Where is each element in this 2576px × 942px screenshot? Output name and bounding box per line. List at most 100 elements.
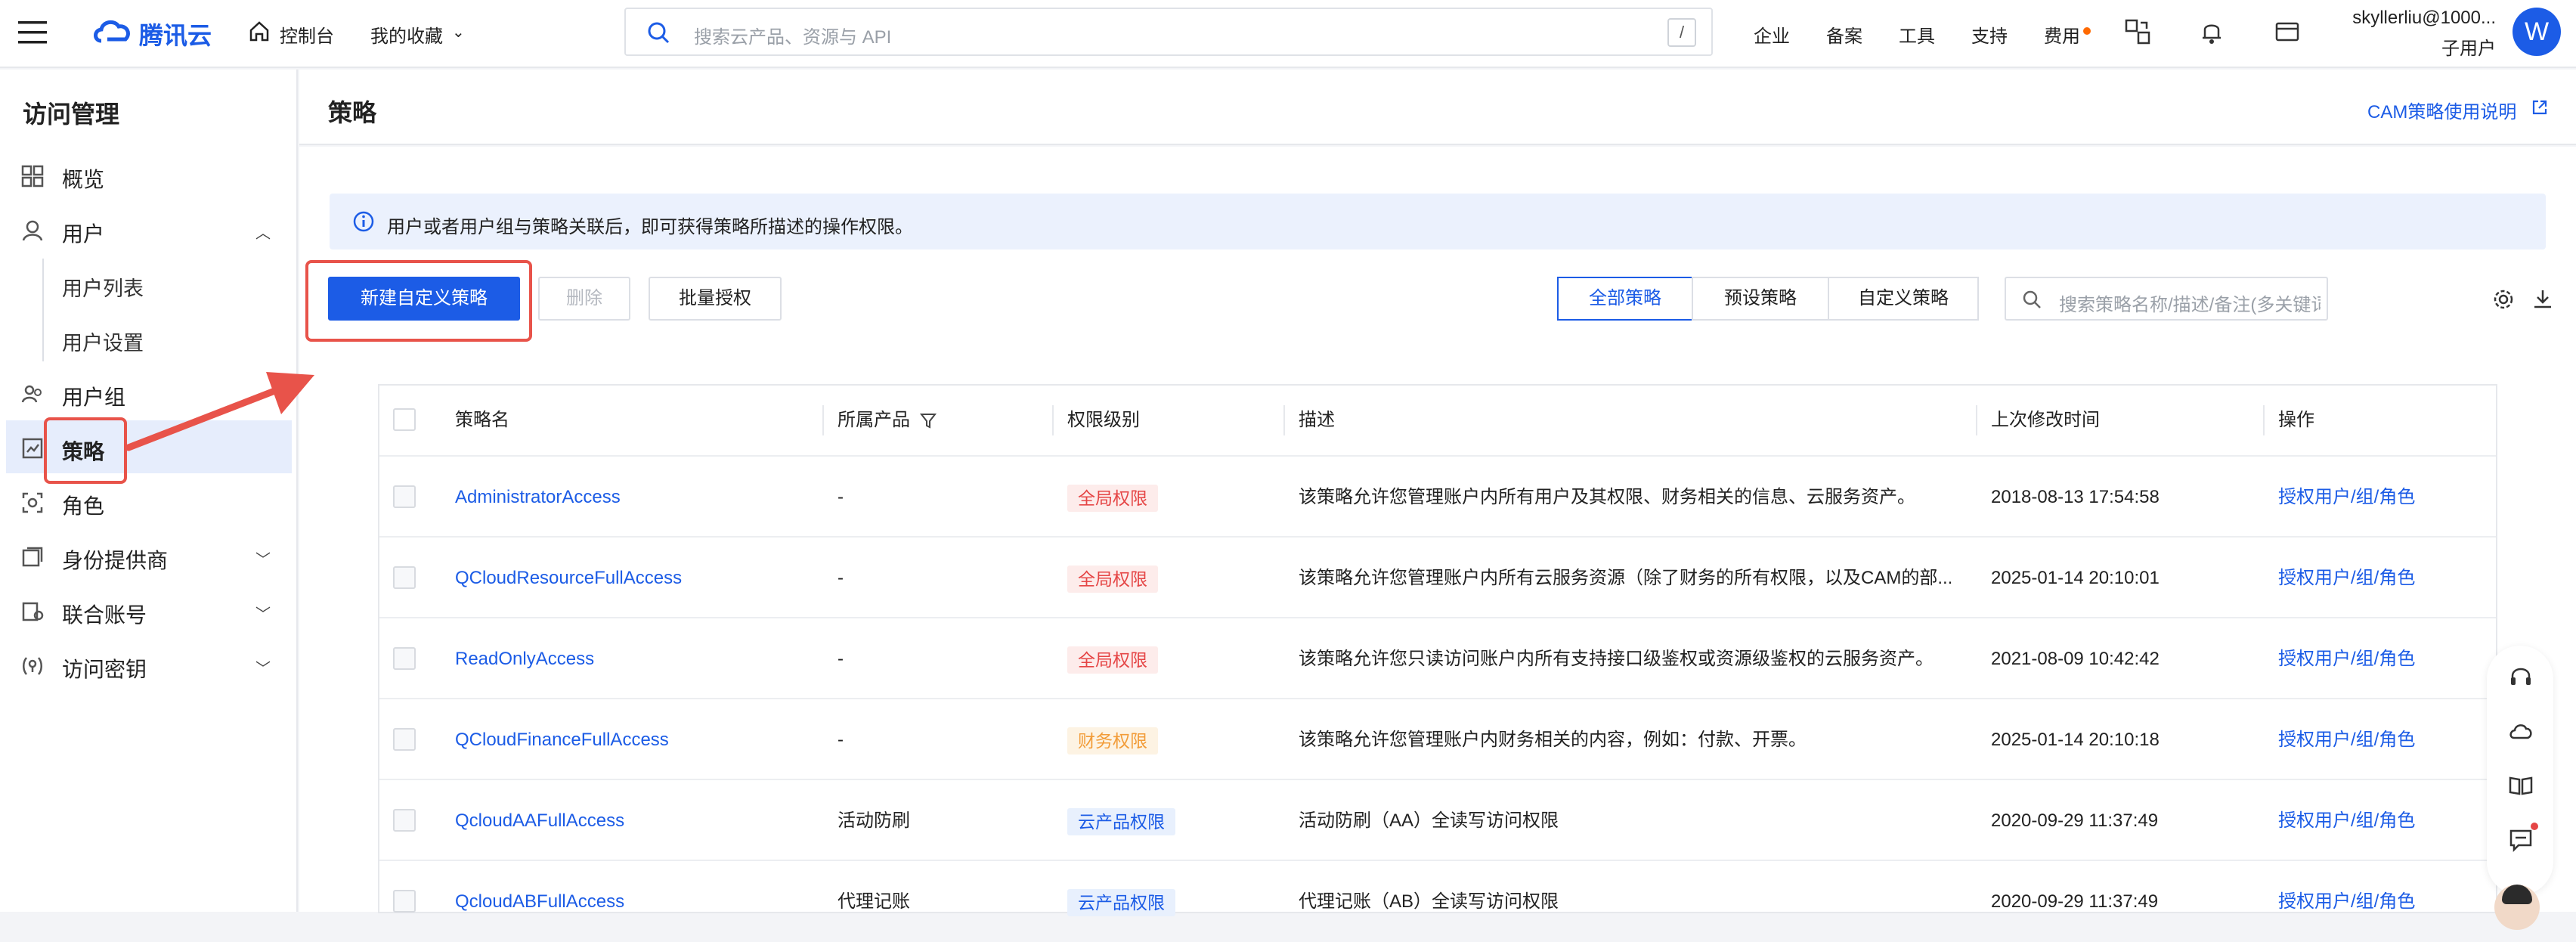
sidebar-item-federated-accounts[interactable]: 联合账号 ﹀ [0,584,298,637]
user-icon [21,219,44,242]
book-icon[interactable] [2508,773,2534,798]
user-group-icon [21,383,44,405]
policy-name-link[interactable]: QCloudFinanceFullAccess [455,699,810,780]
policy-product: - [838,649,844,669]
policy-name-link[interactable]: QcloudAAFullAccess [455,780,810,861]
column-divider [822,405,824,435]
policy-search-input[interactable]: 搜索策略名称/描述/备注(多关键词空格隔开) [2005,277,2328,321]
authorize-action-link[interactable]: 授权用户/组/角色 [2278,780,2490,861]
select-all-checkbox[interactable] [393,408,416,431]
sidebar-item-label: 角色 [62,494,105,518]
sidebar-item-roles[interactable]: 角色 [0,475,298,528]
chevron-down-icon[interactable]: ﹀ [255,602,271,624]
nav-support[interactable]: 支持 [1971,21,2008,48]
permission-level-badge: 云产品权限 [1067,888,1175,916]
info-text: 用户或者用户组与策略关联后，即可获得策略所描述的操作权限。 [387,217,913,237]
user-name[interactable]: skyllerliu@1000... [2345,8,2496,29]
last-modified-time: 2025-01-14 20:10:01 [1991,568,2160,588]
cloud-icon[interactable] [2508,718,2534,744]
table-row: AdministratorAccess - 全局权限 该策略允许您管理账户内所有用户及… [379,455,2496,536]
policy-description: 该策略允许您管理账户内财务相关的内容，例如：付款、开票。 [1299,730,1807,750]
policy-name-link[interactable]: ReadOnlyAccess [455,618,810,699]
table-row: QcloudABFullAccess 代理记账 云产品权限 代理记账（AB）全读写访问… [379,860,2496,940]
tencent-cloud-logo-icon[interactable] [91,17,135,47]
console-link[interactable]: 控制台 [280,21,334,48]
policy-name-link[interactable]: QcloudABFullAccess [455,861,810,942]
translate-icon[interactable] [2124,18,2151,45]
row-checkbox[interactable] [393,728,416,751]
table-header: 策略名 所属产品 权限级别 描述 上次修改时间 操作 [379,386,2496,455]
nav-billing[interactable]: 费用 [2044,21,2080,48]
tab-all-policies[interactable]: 全部策略 [1557,277,1693,321]
bell-icon[interactable] [2198,18,2225,45]
tab-preset-policies[interactable]: 预设策略 [1692,277,1829,321]
avatar[interactable]: W [2513,8,2561,56]
column-divider [2263,405,2265,435]
policy-name-link[interactable]: QCloudResourceFullAccess [455,538,810,618]
annotation-arrow [125,372,314,451]
policy-description: 活动防刷（AA）全读写访问权限 [1299,810,1559,831]
sidebar-item-label: 用户列表 [62,277,144,300]
authorize-action-link[interactable]: 授权用户/组/角色 [2278,699,2490,780]
sidebar-item-label: 概览 [62,168,105,191]
sidebar-item-user-list[interactable]: 用户列表 [0,257,298,310]
help-link[interactable]: CAM策略使用说明 [2367,97,2516,123]
chevron-up-icon[interactable]: ︿ [255,221,271,243]
chevron-down-icon[interactable]: ﹀ [255,547,271,569]
external-link-icon[interactable] [2531,98,2549,116]
nav-enterprise[interactable]: 企业 [1754,21,1790,48]
settings-icon[interactable] [2491,287,2516,311]
filter-icon[interactable] [919,411,937,429]
menu-icon[interactable] [18,21,47,44]
sidebar-item-access-keys[interactable]: 访问密钥 ﹀ [0,638,298,691]
row-checkbox[interactable] [393,647,416,670]
authorize-action-link[interactable]: 授权用户/组/角色 [2278,538,2490,618]
assistant-avatar[interactable] [2494,885,2540,930]
nav-filing[interactable]: 备案 [1826,21,1862,48]
brand-name[interactable]: 腾讯云 [139,17,212,51]
sidebar-item-users[interactable]: 用户 ︿ [0,203,298,256]
policy-content: 用户或者用户组与策略关联后，即可获得策略所描述的操作权限。 新建自定义策略 删除… [125,147,2576,916]
row-checkbox[interactable] [393,566,416,589]
chevron-down-icon[interactable]: ⌄ [452,23,465,42]
policy-description: 该策略允许您管理账户内所有云服务资源（除了财务的所有权限，以及CAM的部... [1299,568,1953,588]
chevron-down-icon[interactable]: ﹀ [255,656,271,678]
download-icon[interactable] [2531,287,2555,311]
sidebar-item-label: 用户 [62,222,105,246]
table-row: QcloudAAFullAccess 活动防刷 云产品权限 活动防刷（AA）全读写访问… [379,779,2496,860]
authorize-action-link[interactable]: 授权用户/组/角色 [2278,457,2490,538]
search-placeholder: 搜索云产品、资源与 API [694,27,892,48]
key-icon [21,655,44,677]
last-modified-time: 2018-08-13 17:54:58 [1991,487,2160,507]
authorize-action-link[interactable]: 授权用户/组/角色 [2278,861,2490,942]
floating-help-panel [2487,646,2553,895]
home-icon[interactable] [248,20,271,42]
nav-tools[interactable]: 工具 [1899,21,1935,48]
column-divider [1283,405,1285,435]
last-modified-time: 2025-01-14 20:10:18 [1991,730,2160,750]
delete-button[interactable]: 删除 [538,277,630,321]
user-role: 子用户 [2441,39,2496,59]
favorites-menu[interactable]: 我的收藏 [370,21,443,48]
sidebar-item-overview[interactable]: 概览 [0,148,298,201]
column-header-modified: 上次修改时间 [1991,410,2100,430]
feedback-icon[interactable] [2508,827,2534,853]
billing-notification-dot [2083,27,2091,35]
shopping-cart-icon[interactable] [2274,18,2301,45]
global-search-input[interactable]: 搜索云产品、资源与 API / [624,8,1713,56]
role-icon [21,491,44,514]
row-checkbox[interactable] [393,890,416,913]
headset-icon[interactable] [2508,664,2534,689]
permission-level-badge: 全局权限 [1067,565,1158,593]
authorize-action-link[interactable]: 授权用户/组/角色 [2278,618,2490,699]
tab-custom-policies[interactable]: 自定义策略 [1828,277,1979,321]
page-title: 策略 [328,99,377,126]
federated-account-icon [21,600,44,623]
row-checkbox[interactable] [393,485,416,508]
batch-authorize-button[interactable]: 批量授权 [649,277,782,321]
sidebar-item-identity-providers[interactable]: 身份提供商 ﹀ [0,529,298,582]
column-header-actions: 操作 [2278,410,2314,430]
row-checkbox[interactable] [393,809,416,832]
policy-product: - [838,487,844,507]
policy-name-link[interactable]: AdministratorAccess [455,457,810,538]
